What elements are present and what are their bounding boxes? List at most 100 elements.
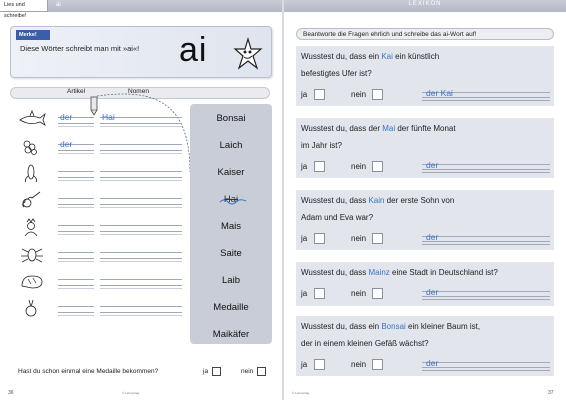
question-card: Wusstest du, dass Kain der erste Sohn vo…: [296, 190, 554, 250]
word-item: Medaille: [213, 302, 249, 313]
right-page: LEXIKON Beantworte die Fragen ehrlich un…: [284, 0, 566, 400]
nein-label: nein: [351, 360, 367, 369]
question-line-1: Wusstest du, dass Mainz eine Stadt in De…: [301, 268, 498, 277]
answer-line[interactable]: der: [422, 160, 550, 173]
question-card: Wusstest du, dass ein Kai ein künstlich …: [296, 46, 554, 106]
answer-line[interactable]: der: [422, 287, 550, 300]
nein-checkbox[interactable]: [372, 288, 383, 299]
answer-line[interactable]: der: [422, 232, 550, 245]
instruction-bar: Beantworte die Fragen ehrlich und schrei…: [296, 28, 554, 40]
nomen-line[interactable]: [100, 248, 182, 262]
artikel-line[interactable]: [58, 221, 94, 235]
ja-checkbox[interactable]: [314, 288, 325, 299]
nomen-line[interactable]: [100, 221, 182, 235]
artikel-answer: der: [60, 112, 73, 122]
nein-label: nein: [351, 162, 367, 171]
lexikon-title: LEXIKON: [408, 1, 442, 7]
frogspawn-icon: [23, 140, 37, 155]
answer-text: der: [426, 160, 439, 170]
ja-checkbox[interactable]: [314, 359, 325, 370]
maybug-icon: [21, 248, 43, 263]
nein-checkbox[interactable]: [372, 161, 383, 172]
merke-text: Diese Wörter schreibt man mit »ai«!: [20, 44, 140, 53]
word-item: Saite: [220, 248, 242, 259]
violin-icon: [22, 191, 41, 208]
artikel-line[interactable]: [58, 167, 94, 181]
artikel-line[interactable]: [58, 194, 94, 208]
word-item: Bonsai: [216, 113, 246, 124]
answer-text: der: [426, 232, 439, 242]
question-line-2: der in einem kleinen Gefäß wächst?: [301, 339, 429, 348]
artikel-line[interactable]: [58, 275, 94, 289]
strike-scribble: [219, 199, 247, 205]
word-item: Laich: [219, 140, 243, 151]
ja-label: ja: [301, 162, 308, 171]
publisher-footer: © Lernverlag: [122, 391, 140, 395]
word-item: Mais: [220, 221, 242, 232]
answer-line[interactable]: der Kai: [422, 88, 550, 101]
nomen-line[interactable]: [100, 194, 182, 208]
question-line-1: Wusstest du, dass Kain der erste Sohn vo…: [301, 196, 455, 205]
ai-word: Bonsai: [381, 322, 406, 331]
left-header-bar: [48, 0, 282, 12]
shark-icon: [19, 110, 46, 126]
left-header-ai: ai: [56, 2, 61, 8]
corn-icon: [24, 164, 38, 182]
nein-checkbox[interactable]: [257, 367, 266, 376]
ja-checkbox[interactable]: [314, 233, 325, 244]
merke-box: Merke! Diese Wörter schreibt man mit »ai…: [10, 26, 272, 78]
answer-text: der: [426, 287, 439, 297]
word-item: Laib: [222, 275, 240, 286]
ai-word: Kain: [368, 196, 385, 205]
artikel-line[interactable]: [58, 248, 94, 262]
nomen-line[interactable]: [100, 302, 182, 316]
artikel-answer: der: [60, 139, 73, 149]
artikel-line[interactable]: [58, 302, 94, 316]
word-item: Maikäfer: [212, 329, 250, 340]
nomen-line[interactable]: [100, 275, 182, 289]
artikel-line[interactable]: der: [58, 112, 94, 127]
nein-label: nein: [351, 289, 367, 298]
nomen-line[interactable]: Hai: [100, 112, 182, 127]
bread-loaf-icon: [21, 275, 43, 289]
ja-checkbox[interactable]: [314, 89, 325, 100]
artikel-line[interactable]: der: [58, 139, 94, 154]
nein-label: nein: [241, 368, 254, 375]
question-line-2: Adam und Eva war?: [301, 213, 374, 222]
question-line-1: Wusstest du, dass der Mai der fünfte Mon…: [301, 124, 456, 133]
column-header-artikel: Artikel: [67, 88, 86, 95]
ja-label: ja: [301, 289, 308, 298]
ja-checkbox[interactable]: [314, 161, 325, 172]
question-line-1: Wusstest du, dass ein Bonsai ein kleiner…: [301, 322, 481, 331]
word-item: Kaiser: [217, 167, 245, 178]
left-page: Lies und schreibe! ai Merke! Diese Wörte…: [0, 0, 282, 400]
nein-label: nein: [351, 234, 367, 243]
merke-label: Merke!: [16, 30, 50, 40]
ja-checkbox[interactable]: [212, 367, 221, 376]
nein-checkbox[interactable]: [372, 233, 383, 244]
ja-label: ja: [203, 368, 209, 375]
question-line-2: im Jahr ist?: [301, 141, 342, 150]
answer-line[interactable]: der: [422, 358, 550, 371]
ja-label: ja: [301, 90, 308, 99]
question-card: Wusstest du, dass ein Bonsai ein kleiner…: [296, 316, 554, 376]
ai-word: Kai: [381, 52, 393, 61]
ai-word: Mainz: [368, 268, 390, 277]
nein-checkbox[interactable]: [372, 89, 383, 100]
emperor-icon: [24, 218, 38, 236]
question-card: Wusstest du, dass Mainz eine Stadt in De…: [296, 262, 554, 306]
question-line-1: Wusstest du, dass ein Kai ein künstlich: [301, 52, 440, 61]
nomen-answer: Hai: [102, 112, 115, 122]
answer-text: der Kai: [426, 88, 453, 98]
nomen-line[interactable]: [100, 167, 182, 181]
answer-text: der: [426, 358, 439, 368]
nomen-line[interactable]: [100, 140, 182, 154]
left-header-tab: Lies und schreibe!: [0, 0, 48, 19]
big-ai-letters: ai: [179, 31, 208, 69]
question-line-2: befestigtes Ufer ist?: [301, 69, 372, 78]
ja-label: ja: [301, 360, 308, 369]
ai-word: Mai: [382, 124, 396, 133]
medal-question: Hast du schon einmal eine Medaille bekom…: [18, 368, 159, 375]
nein-checkbox[interactable]: [372, 359, 383, 370]
ja-label: ja: [301, 234, 308, 243]
